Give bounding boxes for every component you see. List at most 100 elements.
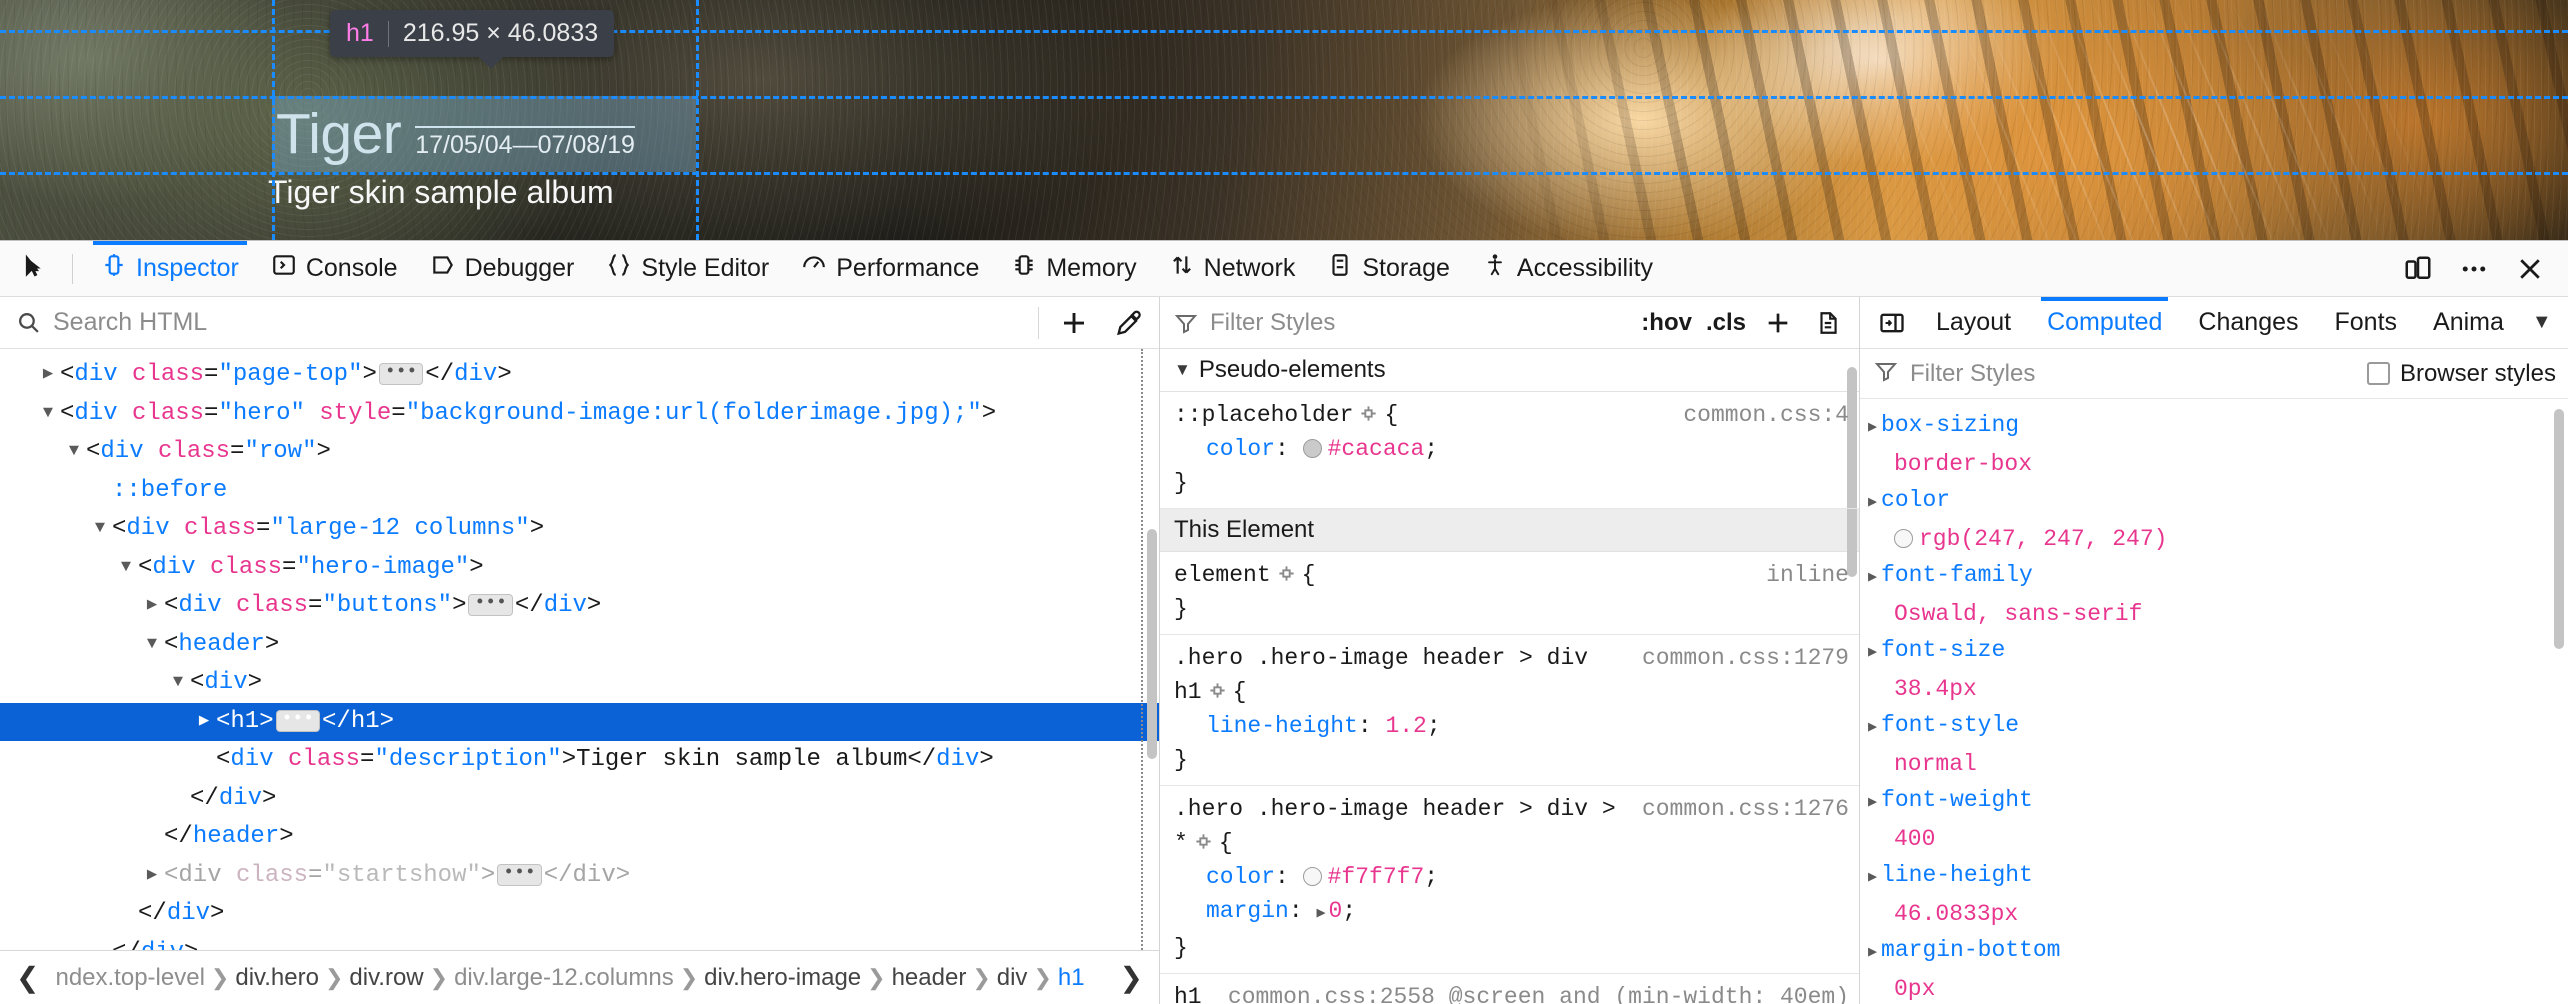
rules-filter-input[interactable] <box>1208 307 1635 338</box>
css-rule-source[interactable]: common.css:1276 <box>1628 792 1849 826</box>
css-rule[interactable]: element{inline} <box>1160 552 1859 635</box>
collapsed-children-icon[interactable]: ••• <box>275 709 321 732</box>
breadcrumb-item[interactable]: h1 <box>1052 964 1091 992</box>
markup-tree-row[interactable]: </div> <box>0 895 1159 934</box>
document-icon[interactable] <box>1803 301 1853 345</box>
twisty-collapsed-icon[interactable]: ▶ <box>1868 494 1877 511</box>
color-swatch[interactable] <box>1302 867 1322 886</box>
responsive-design-mode-icon[interactable] <box>2390 246 2446 292</box>
tab-inspector[interactable]: Inspector <box>85 240 255 297</box>
tab-changes[interactable]: Changes <box>2180 297 2316 349</box>
rules-section-header[interactable]: ▼ Pseudo-elements <box>1160 349 1859 392</box>
markup-tree-row[interactable]: ▶ <div class="buttons"> ••• </div> <box>0 587 1159 626</box>
computed-property-name[interactable]: ▶ margin-bottom <box>1868 932 2568 971</box>
css-declaration[interactable]: color: #f7f7f7; <box>1174 860 1849 894</box>
css-property[interactable]: line-height <box>1206 713 1358 739</box>
computed-property-name[interactable]: ▶ line-height <box>1868 857 2568 896</box>
css-selector[interactable]: h1{ <box>1174 980 1214 1004</box>
computed-property-name[interactable]: ▶ font-style <box>1868 707 2568 746</box>
hov-toggle[interactable]: :hov <box>1634 309 1699 337</box>
markup-tree-row[interactable]: ▼ <div class="hero-image"> <box>0 549 1159 588</box>
tab-debugger[interactable]: Debugger <box>414 241 591 297</box>
css-rule-source[interactable]: common.css:4 <box>1669 398 1849 432</box>
rules-list[interactable]: ▼ Pseudo-elements::placeholder{common.css… <box>1160 349 1859 1004</box>
meatball-menu-icon[interactable] <box>2446 246 2502 292</box>
computed-property-name[interactable]: ▶ font-family <box>1868 557 2568 596</box>
search-input[interactable] <box>51 307 1030 338</box>
browser-styles-checkbox[interactable] <box>2366 362 2390 385</box>
breadcrumb-item[interactable]: div.row <box>343 964 429 992</box>
css-value[interactable]: 0 <box>1328 898 1342 924</box>
twisty-expanded-icon[interactable]: ▼ <box>144 626 160 665</box>
css-property[interactable]: margin <box>1206 898 1289 924</box>
markup-tree-row[interactable]: </div> <box>0 934 1159 951</box>
computed-properties-list[interactable]: ▶ box-sizing border-box ▶ color rgb(247, 247,… <box>1860 399 2568 1004</box>
twisty-collapsed-icon[interactable]: ▶ <box>1868 794 1877 811</box>
expand-pane-icon[interactable] <box>1866 301 1918 345</box>
css-rule-source[interactable]: inline <box>1752 558 1849 592</box>
css-value[interactable]: #f7f7f7 <box>1328 864 1425 890</box>
css-value[interactable]: #cacaca <box>1328 436 1425 462</box>
collapsed-children-icon[interactable]: ••• <box>468 594 513 616</box>
chevron-right-icon[interactable]: ❯ <box>1110 961 1153 994</box>
twisty-collapsed-icon[interactable]: ▶ <box>196 703 212 742</box>
css-selector[interactable]: ::placeholder{ <box>1174 398 1398 432</box>
computed-filter-input[interactable] <box>1908 358 2367 389</box>
css-selector[interactable]: element{ <box>1174 558 1315 592</box>
tab-performance[interactable]: Performance <box>785 241 995 297</box>
chevron-left-icon[interactable]: ❮ <box>6 961 49 994</box>
twisty-expanded-icon[interactable]: ▼ <box>92 510 108 549</box>
css-rule-source[interactable]: common.css:1279 <box>1628 641 1849 675</box>
markup-tree-row[interactable]: <div class="description">Tiger skin samp… <box>0 741 1159 780</box>
twisty-collapsed-icon[interactable]: ▶ <box>144 857 160 896</box>
markup-tree[interactable]: ▶ <div class="page-top"> ••• </div> ▼ <div cl… <box>0 349 1159 950</box>
plus-icon[interactable] <box>1047 300 1101 346</box>
css-value[interactable]: 1.2 <box>1385 713 1426 739</box>
collapsed-children-icon[interactable]: ••• <box>378 363 424 385</box>
markup-tree-row[interactable]: ::before <box>0 472 1159 511</box>
breadcrumb-item[interactable]: ndex.top-level <box>49 964 210 992</box>
twisty-collapsed-icon[interactable]: ▶ <box>1868 944 1877 961</box>
css-rule[interactable]: ::placeholder{ common.css:4 color: #cacaca… <box>1160 392 1859 509</box>
twisty-collapsed-icon[interactable]: ▶ <box>144 587 160 626</box>
css-rule[interactable]: .hero .hero-image header > div > *{commo… <box>1160 786 1859 974</box>
css-rule[interactable]: h1{common.css:2558 @screen and (min-widt… <box>1160 974 1859 1004</box>
close-icon[interactable] <box>2502 246 2558 292</box>
cls-toggle[interactable]: .cls <box>1699 309 1753 337</box>
markup-tree-row[interactable]: </header> <box>0 818 1159 857</box>
tab-console[interactable]: Console <box>255 241 414 297</box>
twisty-expanded-icon[interactable]: ▼ <box>118 549 134 588</box>
markup-tree-row[interactable]: ▼ <div class="large-12 columns"> <box>0 510 1159 549</box>
tab-animations[interactable]: Anima <box>2415 297 2522 349</box>
breadcrumb-item[interactable]: div.hero-image <box>698 964 867 992</box>
twisty-collapsed-icon[interactable]: ▶ <box>1868 869 1877 886</box>
css-declaration[interactable]: line-height: 1.2; <box>1174 709 1849 743</box>
markup-tree-row[interactable]: ▶ <div class="startshow"> ••• </div> <box>0 857 1159 896</box>
markup-tree-row[interactable]: ▶ <div class="page-top"> ••• </div> <box>0 356 1159 395</box>
rules-section-header[interactable]: This Element <box>1160 509 1859 552</box>
css-rule-source[interactable]: common.css:2558 @screen and (min-width: … <box>1214 980 1849 1004</box>
markup-tree-row[interactable]: ▼ <header> <box>0 626 1159 665</box>
twisty-expanded-icon[interactable]: ▼ <box>1174 360 1191 380</box>
twisty-collapsed-icon[interactable]: ▶ <box>1868 644 1877 661</box>
css-selector[interactable]: .hero .hero-image header > div > *{ <box>1174 792 1628 860</box>
computed-property-name[interactable]: ▶ box-sizing <box>1868 407 2568 446</box>
tab-style-editor[interactable]: Style Editor <box>590 241 785 297</box>
twisty-collapsed-icon[interactable]: ▶ <box>1868 719 1877 736</box>
css-rule[interactable]: .hero .hero-image header > div h1{common… <box>1160 635 1859 786</box>
markup-tree-row[interactable]: ▼ <div> <box>0 664 1159 703</box>
markup-tree-row[interactable]: </div> <box>0 780 1159 819</box>
breadcrumb-item[interactable]: div <box>991 964 1034 992</box>
markup-tree-row[interactable]: ▼ <div class="hero" style="background-ima… <box>0 395 1159 434</box>
plus-icon[interactable] <box>1753 301 1803 345</box>
breadcrumb-item[interactable]: div.large-12.columns <box>448 964 680 992</box>
breadcrumb-item[interactable]: header <box>886 964 973 992</box>
twisty-collapsed-icon[interactable]: ▶ <box>1868 569 1877 586</box>
tab-computed[interactable]: Computed <box>2029 296 2180 349</box>
tab-accessibility[interactable]: Accessibility <box>1466 241 1669 297</box>
tab-storage[interactable]: Storage <box>1311 241 1466 297</box>
computed-property-name[interactable]: ▶ color <box>1868 482 2568 521</box>
css-declaration[interactable]: color: #cacaca; <box>1174 432 1849 466</box>
twisty-expanded-icon[interactable]: ▼ <box>66 433 82 472</box>
tab-fonts[interactable]: Fonts <box>2317 297 2416 349</box>
